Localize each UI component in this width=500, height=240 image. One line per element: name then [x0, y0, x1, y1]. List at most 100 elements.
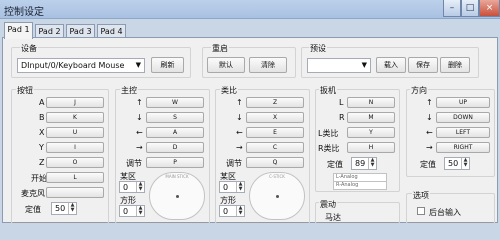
button-a-label: A [39, 98, 45, 107]
button-mic-label: 麦克风 [21, 189, 45, 198]
trigger-l-label: L [339, 98, 344, 107]
spinner-arrows-icon[interactable]: ▲ ▼ [236, 182, 244, 192]
c-right-label: → [236, 143, 243, 152]
buttons-label: 按钮 [16, 85, 34, 96]
c-up-binding[interactable]: Z [246, 97, 304, 108]
main-stick-label: 主控 [120, 85, 138, 96]
main-right-binding[interactable]: D [146, 142, 204, 153]
button-start-binding[interactable]: L [46, 172, 104, 183]
spinner-arrows-icon[interactable]: ▲ ▼ [68, 203, 76, 214]
trigger-l-analog-binding[interactable]: Y [347, 127, 395, 138]
dpad-up-label: ↑ [426, 98, 433, 107]
stick-position-dot [176, 195, 179, 198]
tab-pad-4[interactable]: Pad 4 [97, 24, 126, 38]
main-down-label: ↓ [136, 113, 143, 122]
main-modifier-binding[interactable]: P [146, 157, 204, 168]
spinner-arrows-icon[interactable]: ▲ ▼ [236, 206, 244, 216]
trigger-r-binding[interactable]: M [347, 112, 395, 123]
close-button[interactable]: × [479, 0, 500, 17]
main-up-binding[interactable]: W [146, 97, 204, 108]
c-radius-input[interactable]: 0 ▲ ▼ [219, 181, 245, 193]
background-input-checkbox[interactable] [417, 207, 425, 215]
main-right-label: → [136, 143, 143, 152]
c-left-binding[interactable]: E [246, 127, 304, 138]
options-label: 选项 [412, 190, 430, 201]
dpad-down-label: ↓ [426, 113, 433, 122]
main-radius-input[interactable]: 0 ▲ ▼ [119, 181, 145, 193]
clear-button[interactable]: 清除 [249, 57, 287, 73]
spinner-arrows-icon[interactable]: ▲ ▼ [136, 182, 144, 192]
triggers-threshold-label: 定值 [327, 160, 343, 169]
button-b-label: B [39, 113, 45, 122]
save-button[interactable]: 保存 [408, 57, 438, 73]
dpad-right-binding[interactable]: RIGHT [436, 142, 490, 153]
triggers-threshold-input[interactable]: 89 ▲ ▼ [351, 157, 377, 170]
load-button[interactable]: 载入 [376, 57, 406, 73]
delete-button[interactable]: 删除 [440, 57, 470, 73]
main-stick-preview-label: MAIN STICK [165, 174, 189, 179]
button-start-label: 开始 [31, 174, 47, 183]
button-a-binding[interactable]: J [46, 97, 104, 108]
trigger-l-analog-label: L类比 [318, 129, 339, 138]
main-down-binding[interactable]: S [146, 112, 204, 123]
device-select[interactable]: DInput/0/Keyboard Mouse ▼ [17, 58, 145, 73]
spinner-arrows-icon[interactable]: ▲ ▼ [136, 206, 144, 216]
main-square-input[interactable]: 0 ▲ ▼ [119, 205, 145, 217]
c-stick-label: 类比 [220, 85, 238, 96]
refresh-button[interactable]: 刷新 [151, 57, 184, 73]
buttons-threshold-label: 定值 [25, 205, 41, 214]
default-button[interactable]: 默认 [207, 57, 245, 73]
main-radius-value: 0 [123, 183, 129, 192]
c-square-input[interactable]: 0 ▲ ▼ [219, 205, 245, 217]
dpad-down-binding[interactable]: DOWN [436, 112, 490, 123]
dpad-left-binding[interactable]: LEFT [436, 127, 490, 138]
c-down-binding[interactable]: X [246, 112, 304, 123]
tab-pad-3[interactable]: Pad 3 [66, 24, 95, 38]
dropdown-arrow-icon: ▼ [361, 61, 367, 69]
dpad-threshold-label: 定值 [420, 160, 436, 169]
c-radius-value: 0 [223, 183, 229, 192]
c-up-label: ↑ [236, 98, 243, 107]
dpad-threshold-input[interactable]: 50 ▲ ▼ [444, 157, 470, 170]
dropdown-arrow-icon: ▼ [135, 61, 141, 69]
rumble-motor-label: 马达 [325, 213, 341, 222]
window-title: 控制设定 [4, 7, 44, 18]
triggers-threshold-value: 89 [355, 159, 366, 168]
c-stick-preview-label: C-STICK [269, 174, 285, 179]
minimize-button[interactable]: – [443, 0, 461, 17]
dpad-threshold-value: 50 [448, 159, 459, 168]
spinner-arrows-icon[interactable]: ▲ ▼ [461, 158, 469, 169]
maximize-button[interactable]: □ [461, 0, 479, 17]
device-label: 设备 [20, 43, 38, 54]
stick-position-dot [276, 195, 279, 198]
main-stick-preview: MAIN STICK [149, 172, 205, 220]
dpad-right-label: → [426, 143, 433, 152]
main-square-value: 0 [123, 207, 129, 216]
trigger-r-analog-binding[interactable]: H [347, 142, 395, 153]
button-mic-binding[interactable] [46, 187, 104, 198]
button-y-label: Y [39, 143, 44, 152]
preset-select[interactable]: ▼ [307, 58, 371, 73]
main-modifier-label: 调节 [126, 159, 142, 168]
trigger-l-binding[interactable]: N [347, 97, 395, 108]
c-modifier-binding[interactable]: Q [246, 157, 304, 168]
button-x-binding[interactable]: U [46, 127, 104, 138]
buttons-threshold-input[interactable]: 50 ▲ ▼ [51, 202, 77, 215]
button-y-binding[interactable]: I [46, 142, 104, 153]
spinner-arrows-icon[interactable]: ▲ ▼ [368, 158, 376, 169]
dpad-label: 方向 [410, 85, 428, 96]
button-b-binding[interactable]: K [46, 112, 104, 123]
c-down-label: ↓ [236, 113, 243, 122]
c-square-value: 0 [223, 207, 229, 216]
reset-label: 重启 [211, 43, 229, 54]
dpad-up-binding[interactable]: UP [436, 97, 490, 108]
main-left-binding[interactable]: A [146, 127, 204, 138]
preset-label: 预设 [309, 43, 327, 54]
c-right-binding[interactable]: C [246, 142, 304, 153]
tab-pad-1[interactable]: Pad 1 [4, 22, 33, 39]
c-left-label: ← [236, 128, 243, 137]
device-value: DInput/0/Keyboard Mouse [21, 61, 125, 70]
button-x-label: X [39, 128, 45, 137]
tab-pad-2[interactable]: Pad 2 [35, 24, 64, 38]
button-z-binding[interactable]: O [46, 157, 104, 168]
